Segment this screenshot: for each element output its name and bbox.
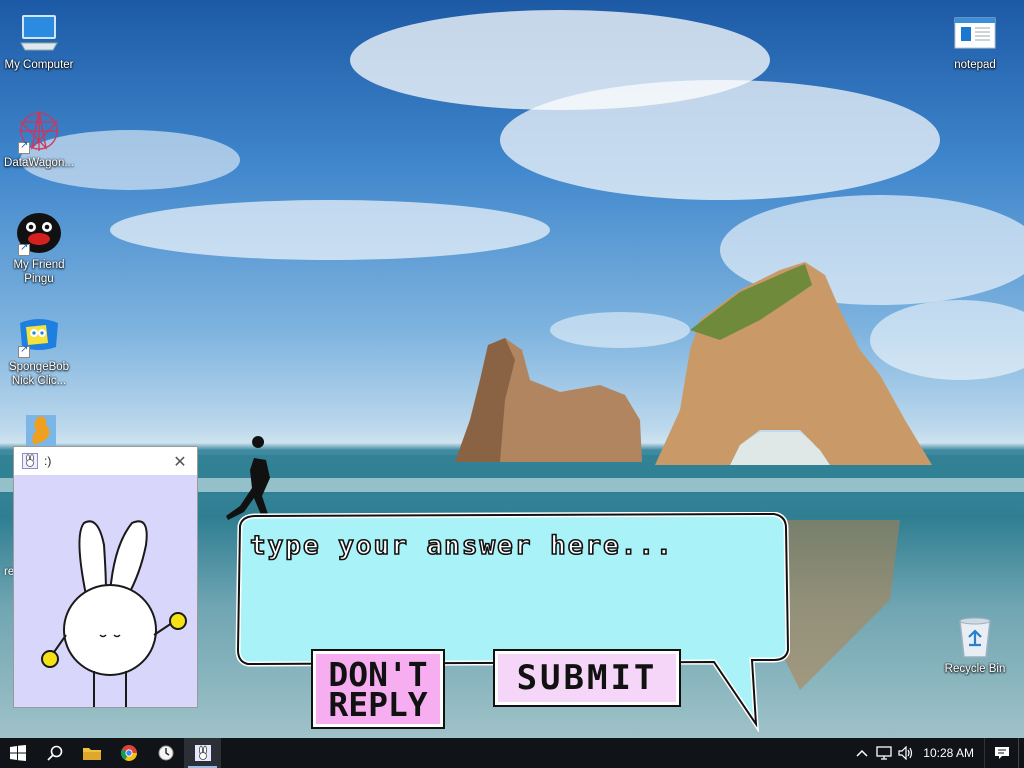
computer-icon	[16, 10, 62, 56]
system-tray: 10:28 AM	[851, 738, 1024, 768]
datawagon-icon	[16, 108, 62, 154]
desktop-icon-label: My Computer	[4, 59, 74, 71]
desktop-icon-pingu[interactable]: My Friend Pingu	[1, 210, 77, 286]
desktop-icon-label: notepad	[954, 59, 996, 71]
taskbar: 10:28 AM	[0, 738, 1024, 768]
desktop-icon-label: My Friend Pingu	[13, 259, 65, 285]
taskbar-chrome[interactable]	[110, 738, 147, 768]
search-icon	[46, 745, 62, 761]
show-desktop-button[interactable]	[1018, 738, 1024, 768]
desktop-icon-notepad[interactable]: notepad	[937, 10, 1013, 72]
notification-icon[interactable]	[984, 738, 1018, 768]
desktop-icon-label: Recycle Bin	[944, 663, 1006, 675]
folder-icon	[82, 748, 101, 760]
window-titlebar[interactable]: :) ✕	[14, 447, 197, 475]
chevron-up-icon[interactable]	[851, 738, 873, 768]
bunny-character-image	[41, 520, 187, 707]
network-icon[interactable]	[873, 738, 895, 768]
desktop-icon-datawagon[interactable]: DataWagon...	[1, 108, 77, 170]
spongebob-icon	[16, 312, 62, 358]
dont-reply-button[interactable]: DON'T REPLY	[311, 649, 445, 729]
taskbar-file-explorer[interactable]	[73, 738, 110, 768]
shortcut-arrow-icon	[18, 242, 30, 256]
windows-logo-icon	[10, 745, 26, 761]
taskbar-clock-app[interactable]	[147, 738, 184, 768]
bunny-app-icon	[22, 453, 38, 469]
desktop-icon-my-computer[interactable]: My Computer	[1, 10, 77, 72]
desktop-icon-label: DataWagon...	[4, 157, 74, 169]
submit-label: SUBMIT	[516, 658, 658, 698]
desktop-icon-recycle-bin[interactable]: Recycle Bin	[937, 614, 1013, 676]
bunny-app-icon	[194, 745, 211, 761]
answer-input[interactable]	[250, 526, 770, 566]
bunny-window[interactable]: :) ✕	[13, 446, 198, 708]
close-icon[interactable]: ✕	[163, 447, 197, 475]
submit-button[interactable]: SUBMIT	[493, 649, 681, 707]
shortcut-arrow-icon	[18, 140, 30, 154]
pingu-icon	[16, 210, 62, 256]
search-button[interactable]	[36, 738, 73, 768]
volume-icon[interactable]	[895, 738, 917, 768]
desktop-icon-label: SpongeBob Nick Clic...	[8, 361, 70, 387]
window-title: :)	[44, 454, 52, 468]
dont-reply-label: DON'T REPLY	[328, 655, 428, 724]
taskbar-clock[interactable]: 10:28 AM	[917, 746, 984, 760]
start-button[interactable]	[0, 738, 36, 768]
desktop-icon-spongebob[interactable]: SpongeBob Nick Clic...	[1, 312, 77, 388]
shortcut-arrow-icon	[18, 344, 30, 358]
chrome-icon	[120, 745, 137, 761]
recycle-bin-icon	[952, 614, 998, 660]
taskbar-bunny-app[interactable]	[184, 738, 221, 768]
clock-icon	[158, 745, 173, 761]
notepad-icon	[952, 10, 998, 56]
